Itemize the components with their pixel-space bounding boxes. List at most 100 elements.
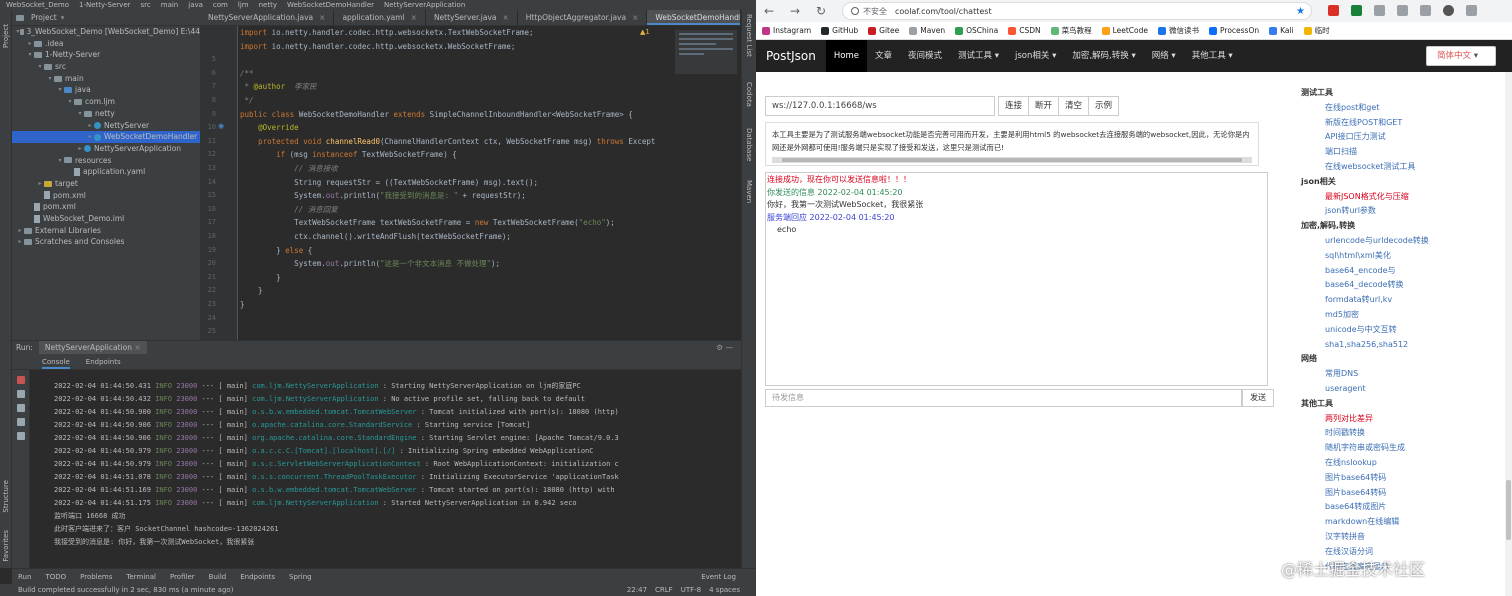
code-line[interactable]: System.out.println("我接受到的消息是: " + reques… bbox=[240, 189, 655, 203]
code-line[interactable] bbox=[240, 311, 655, 325]
editor-tab[interactable]: NettyServer.java × bbox=[426, 10, 518, 25]
tree-item[interactable]: WebSocket_Demo.iml bbox=[12, 213, 200, 225]
sidebar-link[interactable]: json转url参数 bbox=[1301, 204, 1501, 219]
code-editor[interactable]: 567891011121314151617181920212223242526 … bbox=[200, 26, 741, 340]
tree-item[interactable]: pom.xml bbox=[12, 201, 200, 213]
editor-tab[interactable]: application.yaml × bbox=[334, 10, 426, 25]
code-line[interactable]: // 消息回复 bbox=[240, 203, 655, 217]
code-line[interactable]: TextWebSocketFrame textWebSocketFrame = … bbox=[240, 216, 655, 230]
code-line[interactable]: } bbox=[240, 271, 655, 285]
bookmark-item[interactable]: Kali bbox=[1269, 26, 1294, 35]
bottom-tab-run[interactable]: Run bbox=[18, 569, 31, 584]
tree-item[interactable]: ▸ .idea bbox=[12, 38, 200, 50]
breadcrumb-item[interactable]: com bbox=[213, 0, 228, 10]
tree-item[interactable]: ▸ Scratches and Consoles bbox=[12, 236, 200, 248]
code-line[interactable]: /** bbox=[240, 67, 655, 81]
sidebar-link[interactable]: 新版在线POST和GET bbox=[1301, 116, 1501, 131]
avatar[interactable] bbox=[1443, 5, 1454, 16]
maven-tool-tab[interactable]: Maven bbox=[745, 180, 753, 203]
chevron-icon[interactable]: ▾ bbox=[56, 84, 64, 96]
code-line[interactable]: } bbox=[240, 284, 655, 298]
close-icon[interactable]: × bbox=[319, 13, 325, 22]
tab-console[interactable]: Console bbox=[42, 354, 70, 369]
chevron-icon[interactable]: ▸ bbox=[86, 120, 94, 132]
nav-item[interactable]: json相关 ▾ bbox=[1007, 40, 1064, 72]
bookmark-item[interactable]: ProcessOn bbox=[1209, 26, 1259, 35]
console-output[interactable]: 2022-02-04 01:44:50.431 INFO 23000 --- [… bbox=[30, 370, 741, 568]
bookmark-item[interactable]: 微信读书 bbox=[1158, 25, 1199, 36]
sidebar-link[interactable]: 汉字转拼音 bbox=[1301, 530, 1501, 545]
breadcrumb-item[interactable]: WebSocket_Demo bbox=[6, 0, 69, 10]
bottom-tab-profiler[interactable]: Profiler bbox=[170, 569, 195, 584]
breadcrumb-item[interactable]: main bbox=[161, 0, 179, 10]
override-gutter-icon[interactable]: ◉ bbox=[218, 122, 224, 130]
sidebar-link[interactable]: 随机字符串或密码生成 bbox=[1301, 441, 1501, 456]
log-logger[interactable]: o.s.c.ServletWebServerApplicationContext bbox=[252, 460, 425, 468]
bookmark-item[interactable]: GitHub bbox=[821, 26, 858, 35]
bottom-tab-todo[interactable]: TODO bbox=[45, 569, 66, 584]
editor-tab[interactable]: HttpObjectAggregator.java × bbox=[518, 10, 648, 25]
menu-icon[interactable] bbox=[1466, 5, 1477, 16]
close-icon[interactable]: × bbox=[632, 13, 638, 22]
sidebar-link[interactable]: API接口压力测试 bbox=[1301, 130, 1501, 145]
camera-icon[interactable] bbox=[16, 390, 25, 398]
extension-icon[interactable] bbox=[1328, 5, 1339, 16]
log-logger[interactable]: com.ljm.NettyServerApplication bbox=[252, 395, 383, 403]
send-message-input[interactable]: 待发信息 bbox=[765, 389, 1242, 407]
tree-item[interactable]: ▾ netty bbox=[12, 108, 200, 120]
tree-item[interactable]: ▾ 1-Netty-Server bbox=[12, 49, 200, 61]
code-line[interactable]: */ bbox=[240, 94, 655, 108]
gear-icon[interactable]: ⚙ — bbox=[716, 341, 741, 354]
chevron-icon[interactable]: ▸ bbox=[86, 131, 94, 143]
breadcrumb-item[interactable]: WebSocketDemoHandler bbox=[287, 0, 374, 10]
bookmark-item[interactable]: Instagram bbox=[762, 26, 811, 35]
nav-item[interactable]: Home bbox=[825, 40, 867, 72]
reading-list-icon[interactable] bbox=[1397, 5, 1408, 16]
site-brand[interactable]: PostJson bbox=[756, 40, 826, 72]
code-line[interactable]: import io.netty.handler.codec.http.webso… bbox=[240, 40, 655, 54]
close-icon[interactable]: × bbox=[503, 13, 509, 22]
sidebar-link[interactable]: urlencode与urldecode转换 bbox=[1301, 234, 1501, 249]
bottom-tab-spring[interactable]: Spring bbox=[289, 569, 312, 584]
clear-button[interactable]: 清空 bbox=[1058, 96, 1090, 116]
page-scrollbar[interactable] bbox=[1505, 72, 1512, 596]
editor-tab[interactable]: NettyServerApplication.java × bbox=[200, 10, 335, 25]
sidebar-link[interactable]: 两列对比差异 bbox=[1301, 412, 1501, 427]
extension-icon[interactable] bbox=[1351, 5, 1362, 16]
chevron-icon[interactable]: ▸ bbox=[76, 143, 84, 155]
url-text[interactable]: coolaf.com/tool/chattest bbox=[895, 7, 992, 16]
chevron-icon[interactable]: ▾ bbox=[46, 73, 54, 85]
nav-item[interactable]: 文章 bbox=[867, 40, 900, 72]
line-separator[interactable]: CRLF bbox=[655, 584, 673, 596]
chevron-icon[interactable]: ▾ bbox=[76, 108, 84, 120]
tree-item[interactable]: ▸ WebSocketDemoHandler bbox=[12, 131, 200, 143]
chevron-icon[interactable]: ▾ bbox=[36, 61, 44, 73]
code-line[interactable]: ctx.channel().writeAndFlush(textWebSocke… bbox=[240, 230, 655, 244]
reload-icon[interactable]: ↻ bbox=[808, 4, 834, 18]
chevron-icon[interactable]: ▸ bbox=[16, 225, 24, 237]
chevron-icon[interactable]: ▸ bbox=[16, 236, 24, 248]
code-line[interactable]: System.out.println("这是一个非文本消息 不做处理"); bbox=[240, 257, 655, 271]
sidebar-link[interactable]: useragent bbox=[1301, 382, 1501, 397]
sidebar-link[interactable]: 常用DNS bbox=[1301, 367, 1501, 382]
code-line[interactable]: * @author 李家民 bbox=[240, 80, 655, 94]
stop-icon[interactable] bbox=[16, 376, 25, 384]
code-line[interactable]: if (msg instanceof TextWebSocketFrame) { bbox=[240, 148, 655, 162]
sidebar-link[interactable]: sha1,sha256,sha512 bbox=[1301, 338, 1501, 353]
event-log-button[interactable]: Event Log bbox=[701, 569, 756, 584]
sidebar-link[interactable]: base64_decode转换 bbox=[1301, 278, 1501, 293]
code-line[interactable]: public class WebSocketDemoHandler extend… bbox=[240, 108, 655, 122]
tree-item[interactable]: ▾ com.ljm bbox=[12, 96, 200, 108]
breadcrumb-item[interactable]: NettyServerApplication bbox=[384, 0, 465, 10]
structure-tool-tab[interactable]: Structure bbox=[2, 480, 10, 513]
pin-icon[interactable] bbox=[16, 432, 25, 440]
tree-item[interactable]: ▾ src bbox=[12, 61, 200, 73]
exit-icon[interactable] bbox=[16, 418, 25, 426]
log-logger[interactable]: com.ljm.NettyServerApplication bbox=[252, 382, 383, 390]
bookmark-star-icon[interactable]: ★ bbox=[1296, 6, 1305, 17]
bookmark-item[interactable]: Gitee bbox=[868, 26, 899, 35]
language-select[interactable]: 简体中文 ▾ bbox=[1426, 46, 1496, 66]
bookmark-item[interactable]: 临时 bbox=[1303, 25, 1330, 36]
log-logger[interactable]: o.a.c.c.C.[Tomcat].[localhost].[/] bbox=[252, 447, 400, 455]
request-list-tool-tab[interactable]: Request List bbox=[745, 14, 753, 57]
